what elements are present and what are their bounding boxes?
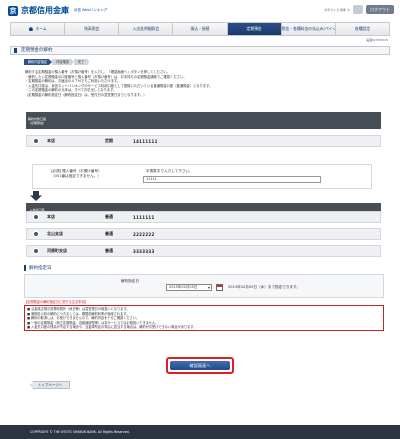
source-header-bar (48, 112, 381, 129)
nav-transfer[interactable]: 振込・振替 (173, 23, 228, 35)
confirm-highlight: 確認画面へ (166, 357, 234, 374)
font-size-links[interactable]: 文字サイズ 標準 大 (324, 8, 350, 12)
dest-account-row[interactable]: 本店 普通 1111111 (26, 211, 381, 223)
bank-logo: 京 京都信用金庫 京信 Webバンキング (8, 5, 107, 16)
account-number: 2222222 (133, 231, 155, 237)
instruction-line: （定期預金の解約指定日（解約指定日）は、受付日の翌営業日までとなります。） (25, 92, 147, 97)
deposit-number-hint: 半角数字で入力して下さい。 (146, 169, 193, 173)
page-title: 定期預金の解約 (10, 46, 390, 55)
header-controls: 文字サイズ 標準 大 ログアウト (324, 5, 394, 14)
header: 京 京都信用金庫 京信 Webバンキング 文字サイズ 標準 大 ログアウト (0, 0, 400, 20)
footer: COPYRIGHT © THE KYOTO SHINKIN BANK. All … (0, 425, 400, 439)
nav-statement[interactable]: 入出金明細照会 (119, 23, 174, 35)
account-number: 3333333 (133, 248, 155, 254)
date-label: 解約指定日 (121, 279, 139, 283)
deposit-number-input[interactable]: 11111 (143, 176, 321, 183)
notes: 【定期預金の解約指定日に関する注意事項】 ■ 当金庫正規の営業時間外（休日等）は… (24, 300, 384, 332)
note-line: ■ 入金先口座の残高が不足する場合や、当金庫所定の事由に該当する場合は、解約がお… (27, 325, 197, 330)
screen-id: 画面ID:BT0005 (366, 38, 388, 42)
step-complete: 完了 (73, 59, 90, 65)
nav-time-deposit[interactable]: 定期預金 (227, 23, 282, 35)
dest-account-row[interactable]: 北山支店 普通 2222222 (26, 228, 381, 240)
bank-logo-icon: 京 (8, 5, 18, 16)
source-account-header: 解約対象口座 (定期預金) (26, 112, 48, 129)
account-type: 普通 (105, 231, 113, 236)
dest-account-row[interactable]: 河原町支店 普通 3333333 (26, 245, 381, 257)
deposit-number-box: [必須] 預入番号（お預け番号） （001番は指定できません。） 半角数字で入力… (32, 164, 372, 189)
instructions: 解約する定期預金の預入番号（お預け番号）を入力し、「確認画面へ」ボタンを押してく… (25, 70, 385, 98)
step-confirm: 内容確認 (52, 59, 74, 65)
confirm-button[interactable]: 確認画面へ (170, 361, 230, 370)
nav-home[interactable]: ホーム (11, 23, 66, 35)
logout-button[interactable]: ログアウト (366, 5, 394, 14)
notes-heading: 【定期預金の解約指定日に関する注意事項】 (24, 300, 88, 304)
date-section-title: 解約指定日 (24, 265, 52, 271)
notes-box: ■ 当金庫正規の営業時間外（休日等）は翌営業日の取扱いとなります。 ■ 満期日以… (24, 305, 384, 332)
source-label-2: (定期預金) (29, 120, 45, 125)
radio-icon[interactable] (33, 214, 39, 220)
account-branch: 本店 (47, 214, 55, 219)
radio-icon[interactable] (33, 231, 39, 237)
date-select[interactable]: 2015年02月05日 (166, 284, 212, 291)
deposit-number-label: [必須] 預入番号（お預け番号） （001番は指定できません。） (51, 169, 102, 179)
account-dot-icon (33, 138, 39, 144)
account-type: 定期 (105, 138, 113, 143)
nav-home-label: ホーム (35, 26, 47, 31)
back-to-top-button[interactable]: トップページへ (30, 381, 70, 389)
account-branch: 北山支店 (47, 231, 63, 236)
progress-steps: 解約内容指定 内容確認 完了 (24, 59, 90, 65)
date-limit-text: 2015年02月05日（木）まで指定できます。 (228, 285, 300, 289)
service-name: 京信 Webバンキング (74, 8, 108, 12)
deposit-label-line2: （001番は指定できません。） (51, 174, 101, 178)
account-type: 普通 (105, 214, 113, 219)
account-type: 普通 (105, 248, 113, 253)
account-number: 1111111 (133, 214, 155, 220)
bank-name: 京都信用金庫 (21, 6, 69, 15)
nav-balance[interactable]: 残高照会 (65, 23, 120, 35)
home-icon (28, 27, 34, 31)
calendar-icon[interactable] (216, 284, 223, 291)
nav-settings[interactable]: 各種設定 (336, 23, 389, 35)
account-branch: 本店 (47, 138, 55, 143)
source-account-row: 本店 定期 14111111 (26, 135, 381, 147)
global-nav: ホーム 残高照会 入出金明細照会 振込・振替 定期預金 税金・各種料金の払込み(… (10, 22, 390, 36)
help-button[interactable] (353, 5, 363, 14)
nav-payment[interactable]: 税金・各種料金の払込み(ペイジー) (282, 23, 336, 35)
arrow-down-icon (30, 191, 42, 201)
account-branch: 河原町支店 (47, 248, 67, 253)
radio-icon[interactable] (33, 248, 39, 254)
step-input: 解約内容指定 (24, 59, 53, 65)
date-box: 解約指定日 2015年02月05日 2015年02月05日（木）まで指定できます… (24, 274, 384, 298)
account-number: 14111111 (133, 138, 158, 144)
